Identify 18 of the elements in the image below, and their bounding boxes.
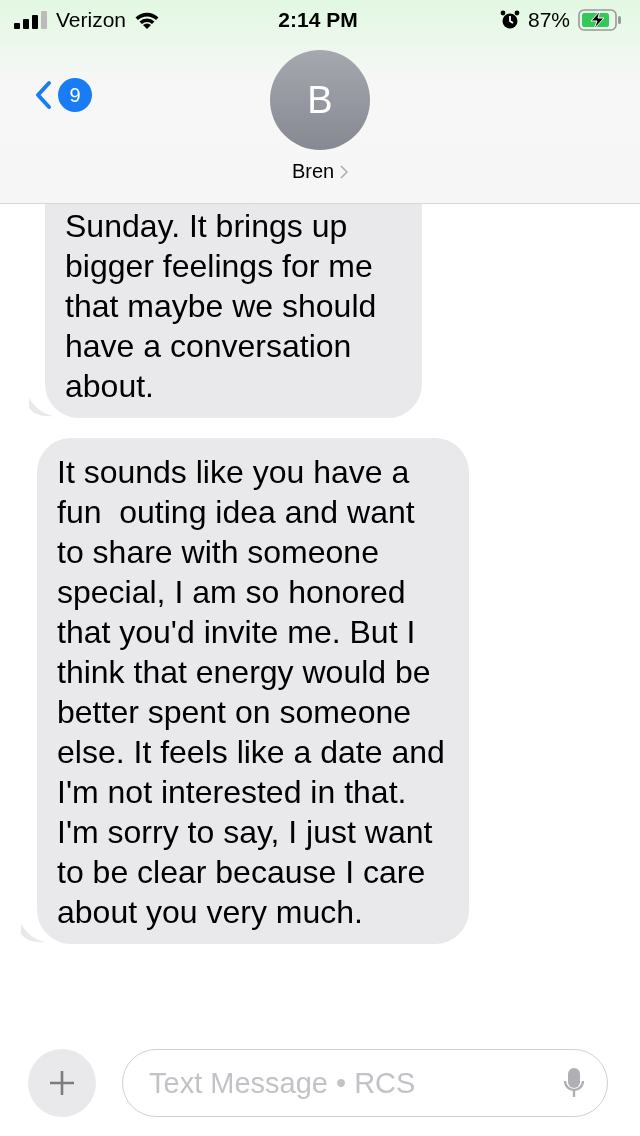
microphone-icon[interactable] [564, 1067, 584, 1099]
message-text: Sunday. It brings up bigger feelings for me that maybe we should have a conversation about. [65, 207, 378, 406]
contact-avatar[interactable]: B [270, 50, 370, 150]
carrier-name: Verizon [56, 8, 127, 32]
unread-count-badge: 9 [58, 78, 92, 112]
signal-icon [14, 11, 48, 29]
back-button[interactable]: 9 [34, 78, 92, 112]
chevron-right-icon [340, 164, 349, 179]
alarm-icon [499, 10, 520, 30]
wifi-icon [134, 10, 161, 30]
message-input-field[interactable]: Text Message • RCS [122, 1049, 608, 1117]
clock-time: 2:14 PM [278, 8, 358, 32]
contact-name-link[interactable]: Bren [291, 160, 349, 183]
plus-icon [49, 1070, 75, 1096]
chevron-left-icon [34, 80, 52, 110]
message-text: It sounds like you have a fun outing idea and want to share with someone special, I am so honored that you'd invite me. But I think that energy would be better spent on someone else. It feels like a date and I'm not interested in that. I'm sorry to say, I just want to be clear because I care about you very much. [57, 453, 446, 932]
battery-percent: 87% [527, 8, 570, 32]
battery-charging-icon [578, 9, 622, 31]
